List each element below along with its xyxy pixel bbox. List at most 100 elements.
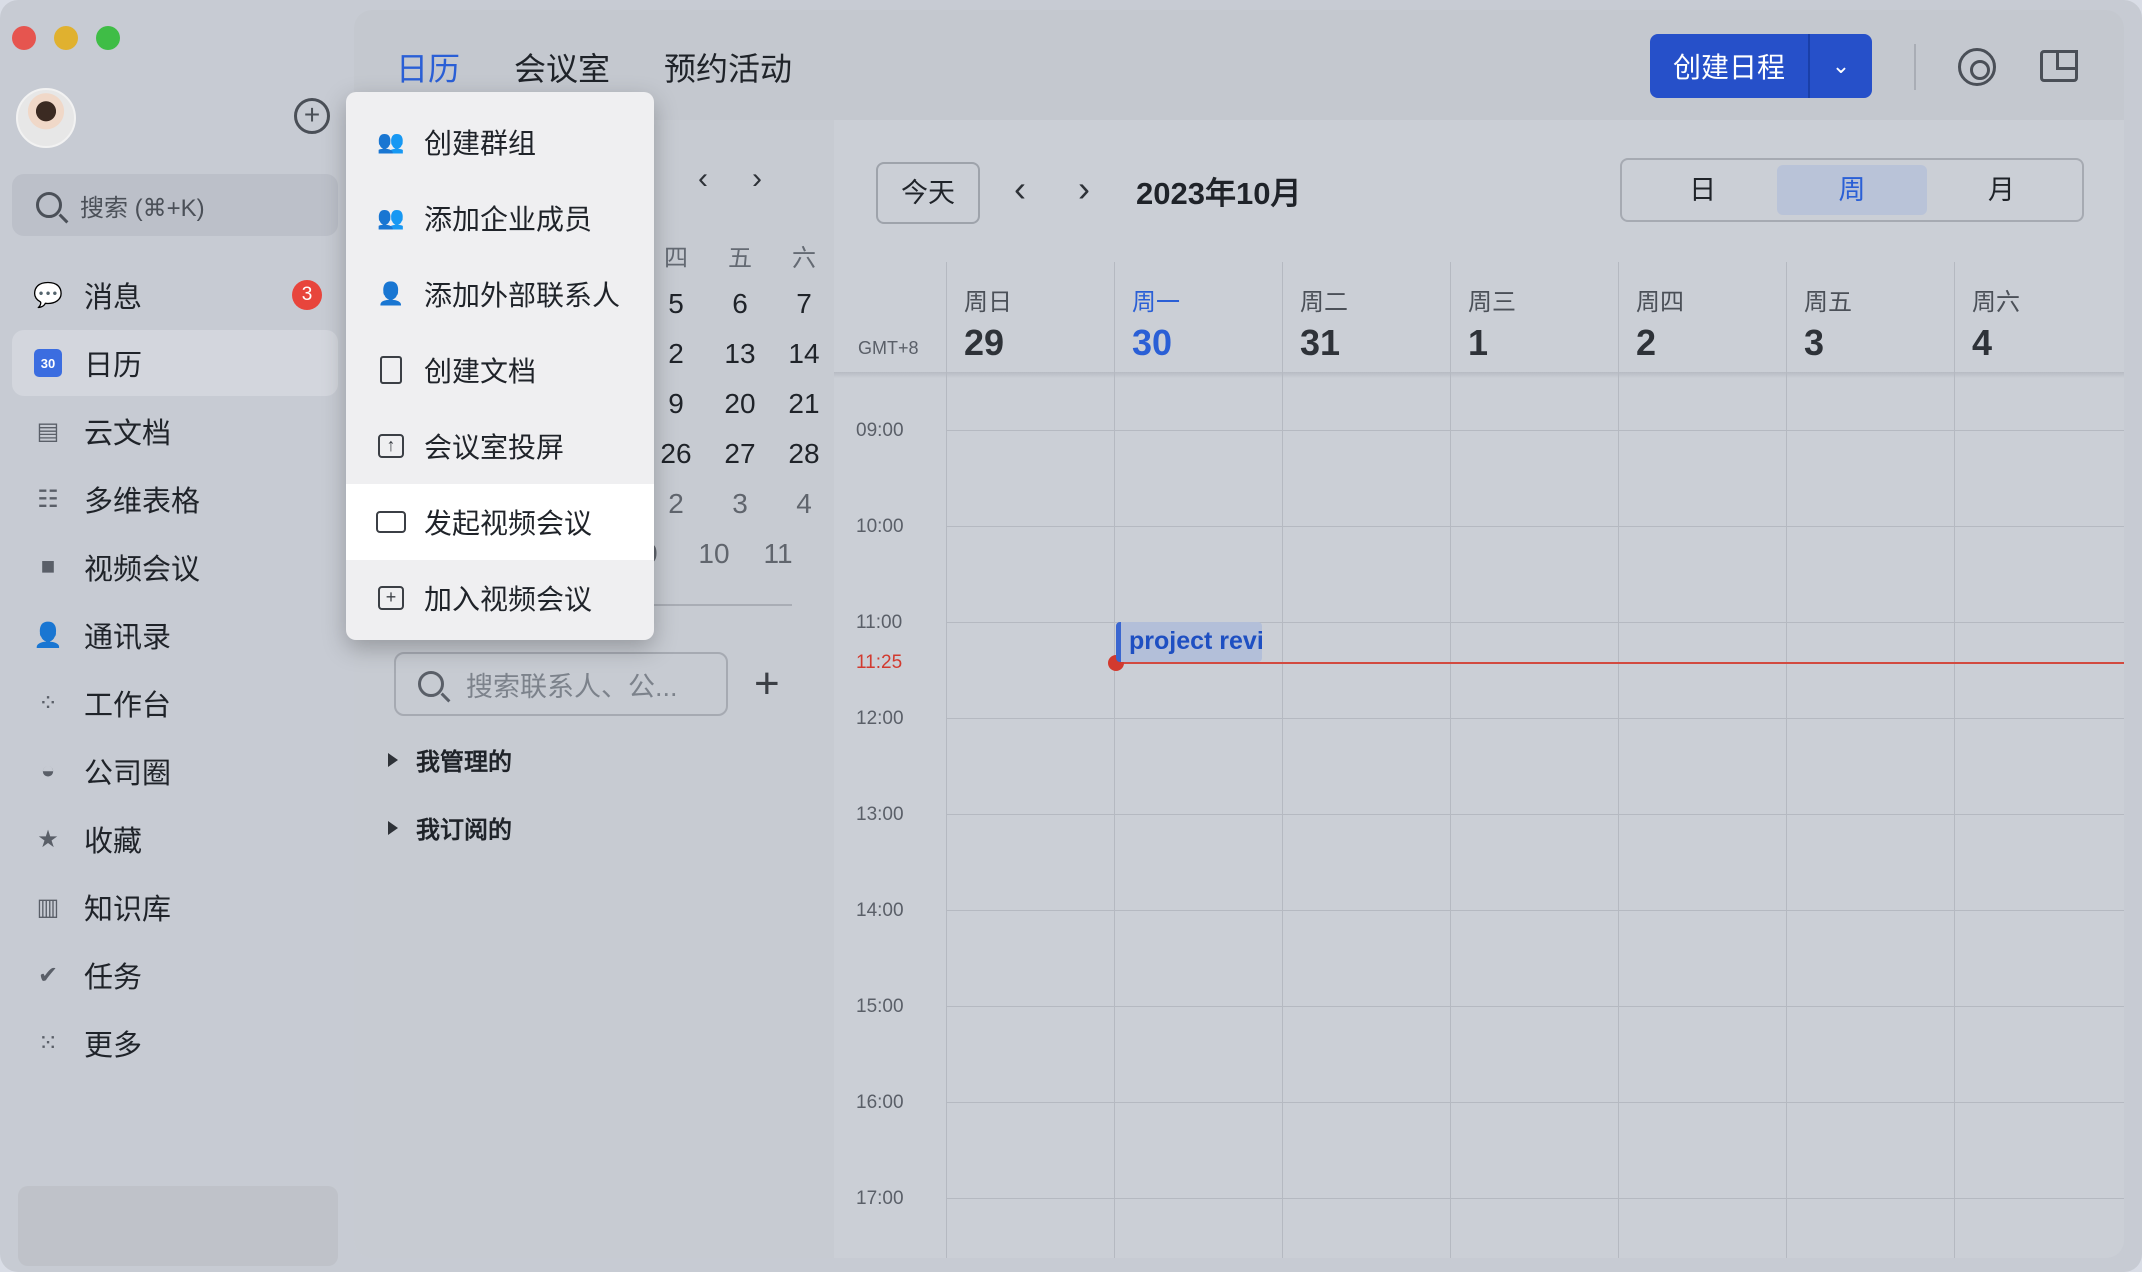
chevron-left-icon[interactable]: ‹ (698, 162, 708, 196)
mini-day[interactable]: 10 (682, 538, 746, 570)
mini-day[interactable]: 21 (772, 388, 836, 420)
chevron-right-icon[interactable]: › (752, 162, 762, 196)
grid-column-line (1282, 262, 1283, 1258)
day-date: 29 (964, 322, 1005, 363)
day-header[interactable]: 周六 4 (1954, 262, 2122, 372)
sidebar-item-more[interactable]: ⁙ 更多 (12, 1010, 338, 1076)
add-circle-icon[interactable]: + (294, 98, 330, 134)
view-month[interactable]: 月 (1927, 165, 2076, 215)
grid-hour-line (946, 430, 2124, 431)
mini-day[interactable]: 6 (708, 288, 772, 320)
time-label: 09:00 (856, 420, 904, 441)
sidebar: + 搜索 (⌘+K) 💬 消息 3 30 日历 ▤ 云文档 ☷ 多维表格 ■ 视… (0, 0, 350, 1272)
sidebar-item-wiki[interactable]: ▥ 知识库 (12, 874, 338, 940)
sidebar-item-messages[interactable]: 💬 消息 3 (12, 262, 338, 328)
day-header[interactable]: 周日 29 (946, 262, 1114, 372)
timezone-label: GMT+8 (858, 338, 919, 358)
mini-day[interactable]: 7 (772, 288, 836, 320)
time-label: 12:00 (856, 708, 904, 729)
day-date: 1 (1468, 322, 1489, 363)
mini-day[interactable]: 4 (772, 488, 836, 520)
menu-item-add-contact[interactable]: 👤 添加外部联系人 (346, 256, 654, 332)
sidebar-item-label: 日历 (84, 350, 143, 382)
sidebar-item-tasks[interactable]: ✔ 任务 (12, 942, 338, 1008)
sidebar-item-workplace[interactable]: ⁘ 工作台 (12, 670, 338, 736)
mini-day[interactable]: 13 (708, 338, 772, 370)
menu-item-create-doc[interactable]: 创建文档 (346, 332, 654, 408)
menu-item-create-group[interactable]: 👥 创建群组 (346, 104, 654, 180)
screen-share-icon: ↑ (376, 432, 406, 460)
time-label: 17:00 (856, 1188, 904, 1209)
grid-column-line (1786, 262, 1787, 1258)
new-window-icon[interactable] (2040, 50, 2078, 82)
group-managed[interactable]: 我管理的 (388, 742, 512, 777)
day-header[interactable]: 周二 31 (1282, 262, 1450, 372)
menu-item-join-video-meeting[interactable]: + 加入视频会议 (346, 560, 654, 636)
grid-hour-line (946, 718, 2124, 719)
day-name: 周二 (1300, 289, 1348, 316)
global-search[interactable]: 搜索 (⌘+K) (12, 174, 338, 236)
mini-day[interactable]: 11 (746, 538, 810, 570)
sidebar-item-favorites[interactable]: ★ 收藏 (12, 806, 338, 872)
mini-day[interactable]: 14 (772, 338, 836, 370)
mini-day[interactable]: 28 (772, 438, 836, 470)
mini-week-row: 26 27 28 (644, 438, 836, 470)
sidebar-item-moments[interactable]: ◒ 公司圈 (12, 738, 338, 804)
day-header[interactable]: 周一 30 (1114, 262, 1282, 372)
grid-hour-line (946, 910, 2124, 911)
toolbar-divider (1914, 44, 1916, 90)
quick-actions-menu: 👥 创建群组 👥 添加企业成员 👤 添加外部联系人 创建文档 ↑ 会议室投屏 发… (346, 92, 654, 640)
tab-booking[interactable]: 预约活动 (664, 44, 792, 90)
mini-day[interactable]: 20 (708, 388, 772, 420)
view-week[interactable]: 周 (1777, 165, 1927, 215)
group-subscribed[interactable]: 我订阅的 (388, 810, 512, 845)
menu-item-screen-share[interactable]: ↑ 会议室投屏 (346, 408, 654, 484)
group-label: 我订阅的 (416, 817, 512, 844)
time-label: 16:00 (856, 1092, 904, 1113)
view-day[interactable]: 日 (1628, 165, 1777, 215)
grid-column-line (1450, 262, 1451, 1258)
sidebar-item-label: 视频会议 (84, 554, 201, 586)
sidebar-item-calendar[interactable]: 30 日历 (12, 330, 338, 396)
contact-search-input[interactable]: 搜索联系人、公... (394, 652, 728, 716)
menu-item-add-member[interactable]: 👥 添加企业成员 (346, 180, 654, 256)
day-header[interactable]: 周五 3 (1786, 262, 1954, 372)
mini-week-row: 9 20 21 (644, 388, 836, 420)
sidebar-item-label: 多维表格 (84, 486, 201, 518)
gear-icon[interactable] (1958, 48, 1996, 86)
search-icon (418, 671, 444, 697)
tab-calendar[interactable]: 日历 (396, 44, 460, 90)
mini-day[interactable]: 27 (708, 438, 772, 470)
create-event-button[interactable]: 创建日程 ⌄ (1650, 34, 1872, 98)
day-date: 31 (1300, 322, 1341, 363)
mini-weekday-header: 四 五 六 (644, 238, 836, 273)
day-name: 周六 (1972, 289, 2020, 316)
mini-day[interactable]: 3 (708, 488, 772, 520)
more-icon: ⁙ (37, 1029, 59, 1057)
day-header[interactable]: 周四 2 (1618, 262, 1786, 372)
sidebar-item-base[interactable]: ☷ 多维表格 (12, 466, 338, 532)
sidebar-item-docs[interactable]: ▤ 云文档 (12, 398, 338, 464)
chevron-down-icon[interactable]: ⌄ (1810, 53, 1872, 79)
caret-right-icon (388, 820, 398, 835)
today-button[interactable]: 今天 (876, 162, 980, 224)
grid-column-line (1114, 262, 1115, 1258)
sidebar-item-label: 工作台 (84, 690, 172, 722)
sidebar-item-video[interactable]: ■ 视频会议 (12, 534, 338, 600)
create-event-label: 创建日程 (1672, 52, 1785, 83)
tab-meeting-rooms[interactable]: 会议室 (514, 44, 610, 90)
caret-right-icon (388, 752, 398, 767)
sidebar-item-label: 任务 (84, 962, 143, 994)
chevron-left-icon[interactable]: ‹ (1014, 168, 1026, 210)
sidebar-item-label: 消息 (84, 282, 143, 314)
calendar-event[interactable]: project revi (1116, 622, 1262, 662)
sidebar-item-contacts[interactable]: 👤 通讯录 (12, 602, 338, 668)
menu-item-start-video-meeting[interactable]: 发起视频会议 (346, 484, 654, 560)
video-call-icon (376, 508, 406, 536)
join-meeting-icon: + (376, 584, 406, 612)
time-label: 11:00 (856, 612, 903, 633)
avatar[interactable] (16, 88, 76, 148)
day-header[interactable]: 周三 1 (1450, 262, 1618, 372)
add-calendar-button[interactable]: + (754, 652, 780, 716)
chevron-right-icon[interactable]: › (1078, 168, 1090, 210)
